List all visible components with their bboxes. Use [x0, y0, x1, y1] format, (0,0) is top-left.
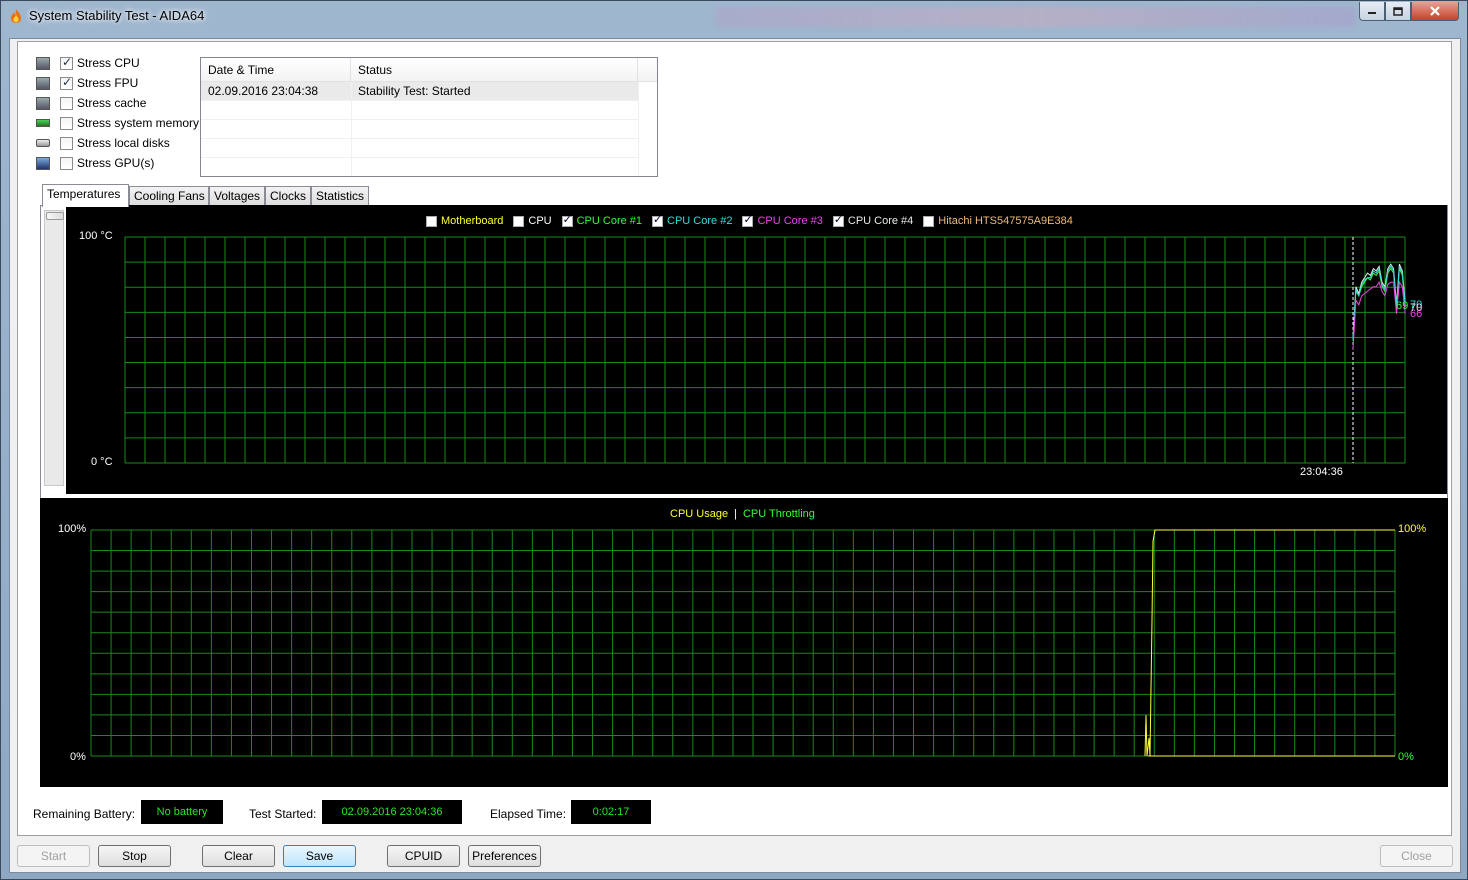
stress-cache-checkbox[interactable]	[60, 96, 73, 110]
clear-button[interactable]: Clear	[202, 845, 275, 867]
tab-clocks[interactable]: Clocks	[265, 186, 311, 206]
stress-disks-label: Stress local disks	[77, 136, 170, 150]
column-header-status[interactable]: Status	[351, 58, 638, 82]
elapsed-time-label: Elapsed Time:	[490, 807, 567, 821]
stress-gpu-checkbox[interactable]	[60, 156, 73, 170]
elapsed-time-value: 0:02:17	[571, 800, 651, 824]
battery-value: No battery	[141, 800, 223, 824]
stress-fpu-label: Stress FPU	[77, 76, 139, 90]
row-status: Stability Test: Started	[358, 84, 471, 98]
tab-statistics[interactable]: Statistics	[311, 186, 369, 206]
close-button[interactable]: Close	[1380, 845, 1453, 867]
tab-cooling-fans[interactable]: Cooling Fans	[129, 186, 209, 206]
cpu-usage-graph: CPU Usage | CPU Throttling 100% 0% 100% …	[40, 498, 1448, 787]
stress-memory-option[interactable]: Stress system memory	[36, 114, 199, 132]
test-started-label: Test Started:	[249, 807, 317, 821]
table-row[interactable]: 02.09.2016 23:04:38 Stability Test: Star…	[201, 82, 639, 101]
temperature-plot	[124, 236, 1406, 464]
stop-button[interactable]: Stop	[98, 845, 171, 867]
stress-cache-label: Stress cache	[77, 96, 147, 110]
preferences-button[interactable]: Preferences	[468, 845, 541, 867]
cpu-usage-trace	[1144, 529, 1395, 757]
stress-gpu-option[interactable]: Stress GPU(s)	[36, 154, 154, 172]
column-header-datetime[interactable]: Date & Time	[201, 58, 351, 82]
log-table[interactable]: Date & Time Status 02.09.2016 23:04:38 S…	[200, 57, 658, 177]
fpu-icon	[36, 76, 50, 90]
table-row-empty	[201, 158, 639, 176]
temperature-graph: Motherboard CPU CPU Core #1 CPU Core #2 …	[66, 205, 1447, 494]
minimize-button[interactable]	[1359, 2, 1385, 21]
disk-icon	[36, 139, 50, 147]
maximize-icon	[1393, 6, 1403, 16]
cpu-usage-plot	[90, 529, 1396, 757]
cpuid-button[interactable]: CPUID	[387, 845, 460, 867]
main-panel: Stress CPU Stress FPU Stress cache Stres…	[17, 41, 1452, 836]
stress-fpu-checkbox[interactable]	[60, 75, 73, 90]
background-window-titles	[716, 7, 1356, 27]
start-button[interactable]: Start	[17, 845, 90, 867]
scrollbar-thumb[interactable]	[46, 212, 64, 220]
gpu-icon	[36, 156, 50, 170]
minimize-icon	[1368, 12, 1376, 14]
memory-icon	[36, 119, 50, 127]
row-datetime: 02.09.2016 23:04:38	[208, 84, 319, 98]
stress-gpu-label: Stress GPU(s)	[77, 156, 155, 170]
stress-memory-checkbox[interactable]	[60, 116, 73, 130]
flame-icon	[11, 9, 21, 23]
close-icon	[1430, 6, 1440, 16]
stress-disks-checkbox[interactable]	[60, 136, 73, 150]
stress-memory-label: Stress system memory	[77, 116, 200, 130]
client-area: Stress CPU Stress FPU Stress cache Stres…	[9, 38, 1461, 873]
stress-fpu-option[interactable]: Stress FPU	[36, 74, 138, 92]
tab-voltages[interactable]: Voltages	[209, 186, 265, 206]
table-row-empty	[201, 120, 639, 139]
table-row-empty	[201, 139, 639, 158]
stress-cpu-option[interactable]: Stress CPU	[36, 54, 140, 72]
column-divider	[638, 82, 639, 176]
save-button[interactable]: Save	[283, 845, 356, 867]
tab-temperatures[interactable]: Temperatures	[42, 184, 129, 207]
app-window: System Stability Test - AIDA64 Stress CP…	[0, 0, 1468, 880]
window-title: System Stability Test - AIDA64	[29, 8, 205, 23]
stress-cpu-label: Stress CPU	[77, 56, 140, 70]
stress-disks-option[interactable]: Stress local disks	[36, 134, 170, 152]
test-started-value: 02.09.2016 23:04:36	[322, 800, 462, 824]
core3-value-label: 66	[1410, 308, 1423, 320]
maximize-button[interactable]	[1385, 2, 1411, 21]
graph-scrollbar[interactable]	[44, 210, 64, 486]
cache-icon	[36, 96, 50, 110]
cpu-icon	[36, 56, 50, 70]
column-header-filler	[638, 58, 657, 82]
column-divider	[351, 82, 352, 176]
stress-cpu-checkbox[interactable]	[60, 55, 73, 70]
close-window-button[interactable]	[1411, 2, 1459, 21]
stress-cache-option[interactable]: Stress cache	[36, 94, 146, 112]
table-row-empty	[201, 101, 639, 120]
title-bar[interactable]: System Stability Test - AIDA64	[1, 1, 1468, 31]
battery-label: Remaining Battery:	[33, 807, 136, 821]
core1-value-label: 69	[1396, 300, 1409, 312]
